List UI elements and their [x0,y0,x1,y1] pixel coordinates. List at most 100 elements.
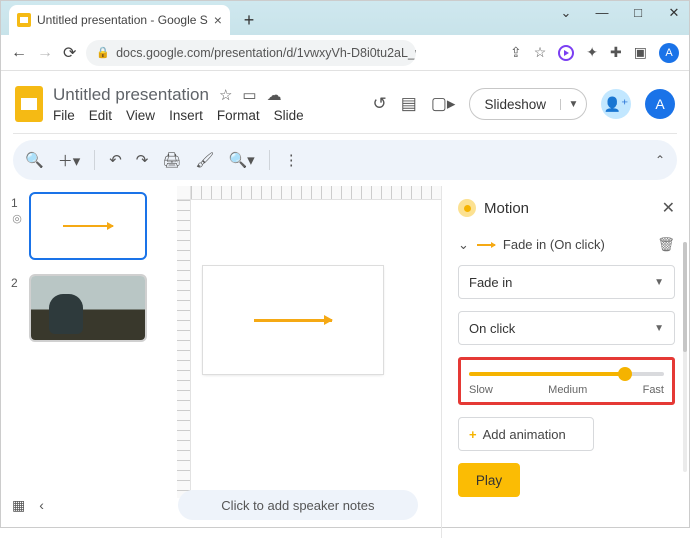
cloud-status-icon[interactable]: ☁ [267,86,282,104]
extension-icon[interactable]: ✦ [586,44,598,61]
caret-down-icon: ▼ [654,323,664,334]
menu-insert[interactable]: Insert [169,108,203,123]
zoom-icon[interactable]: 🔍▾ [228,151,254,169]
menu-file[interactable]: File [53,108,75,123]
slide-thumbnails: 1 ◎ 2 [11,186,161,538]
star-outline-icon[interactable]: ☆ [219,86,232,104]
minimize-icon[interactable]: — [593,5,611,21]
slideshow-button[interactable]: Slideshow ▼ [469,88,587,120]
slide-thumbnail-1[interactable] [29,192,147,260]
speaker-notes-placeholder: Click to add speaker notes [221,498,374,513]
animation-indicator-icon: ◎ [12,212,22,225]
undo-icon[interactable]: ↶ [109,151,122,169]
slides-header: Untitled presentation ☆ ▭ ☁ File Edit Vi… [1,71,689,133]
tab-close-icon[interactable]: × [214,12,222,28]
workspace: 1 ◎ 2 Motion ✕ ⌄ [1,186,689,538]
back-icon[interactable]: ← [11,44,27,62]
motion-icon [458,199,476,217]
print-icon[interactable]: 🖨 [162,151,181,169]
more-icon[interactable]: ⋮ [284,151,299,169]
speed-slider-group: Slow Medium Fast [458,357,675,405]
comments-icon[interactable]: ▤ [401,94,417,114]
collapse-toolbar-icon[interactable]: ⌃ [655,153,665,167]
chevron-down-icon[interactable]: ⌄ [557,5,575,21]
add-animation-label: Add animation [483,427,566,442]
animation-summary: Fade in (On click) [503,237,605,252]
history-icon[interactable]: ↺ [373,94,387,114]
caret-down-icon: ▼ [654,277,664,288]
browser-address-bar: ← → ⟳ 🔒 docs.google.com/presentation/d/1… [1,35,689,71]
slideshow-dropdown-icon[interactable]: ▼ [560,99,586,110]
extensions-puzzle-icon[interactable]: ✚ [610,44,622,61]
trigger-value: On click [469,321,515,336]
chevron-down-icon[interactable]: ⌄ [458,237,469,253]
share-button[interactable]: 👤⁺ [601,89,631,119]
doc-title[interactable]: Untitled presentation [53,85,209,105]
account-avatar[interactable]: A [645,89,675,119]
slides-favicon [17,13,31,27]
video-call-icon[interactable]: ▢▸ [431,94,456,114]
menu-bar: File Edit View Insert Format Slide [53,108,304,123]
menu-edit[interactable]: Edit [89,108,112,123]
slide-number: 1 [11,194,23,210]
speed-label-medium: Medium [548,384,587,396]
previous-slide-icon[interactable]: ‹ [39,497,44,513]
grid-view-icon[interactable]: ▦ [12,497,25,514]
paint-format-icon[interactable]: 🖌 [195,151,214,169]
extension-play-icon[interactable] [558,45,574,61]
speed-label-slow: Slow [469,384,493,396]
close-panel-icon[interactable]: ✕ [662,198,675,218]
photo-placeholder [31,276,145,340]
speed-slider[interactable] [469,372,664,376]
plus-icon: + [469,427,477,442]
play-label: Play [476,473,502,488]
ruler-vertical[interactable] [177,200,191,498]
menu-format[interactable]: Format [217,108,260,123]
reload-icon[interactable]: ⟳ [63,43,76,63]
panel-scrollbar[interactable] [683,242,687,472]
slides-logo-icon[interactable] [15,86,43,122]
url-field[interactable]: 🔒 docs.google.com/presentation/d/1vwxyVh… [86,40,416,66]
slide-number: 2 [11,274,23,342]
window-controls: ⌄ — □ ✕ [557,5,683,21]
slide-canvas[interactable] [203,266,383,374]
slideshow-label: Slideshow [470,97,560,112]
move-folder-icon[interactable]: ▭ [242,86,256,104]
effect-dropdown[interactable]: Fade in ▼ [458,265,675,299]
slider-thumb[interactable] [618,367,632,381]
speaker-notes-field[interactable]: Click to add speaker notes [178,490,418,520]
effect-value: Fade in [469,275,512,290]
motion-title: Motion [484,200,654,217]
extension-square-icon[interactable]: ▣ [634,44,647,61]
new-tab-button[interactable]: + [236,7,262,33]
canvas-area [167,186,441,538]
ruler-corner [177,186,191,200]
motion-panel: Motion ✕ ⌄ Fade in (On click) 🗑 Fade in … [441,186,689,538]
trigger-dropdown[interactable]: On click ▼ [458,311,675,345]
lock-icon: 🔒 [96,46,110,59]
toolbar: 🔍 ＋▾ ↶ ↷ 🖨 🖌 🔍▾ ⋮ ⌃ [13,140,677,180]
add-animation-button[interactable]: + Add animation [458,417,594,451]
menu-view[interactable]: View [126,108,155,123]
profile-avatar[interactable]: A [659,43,679,63]
forward-icon: → [37,44,53,62]
url-text: docs.google.com/presentation/d/1vwxyVh-D… [116,46,416,60]
delete-animation-icon[interactable]: 🗑 [657,236,675,253]
menu-slide[interactable]: Slide [274,108,304,123]
canvas-arrow-shape[interactable] [254,319,332,322]
share-page-icon[interactable]: ⇪ [510,44,522,61]
maximize-icon[interactable]: □ [629,5,647,21]
speed-label-fast: Fast [643,384,664,396]
browser-titlebar: Untitled presentation - Google S × + ⌄ —… [1,1,689,35]
header-divider [13,133,677,134]
browser-tab[interactable]: Untitled presentation - Google S × [9,5,230,35]
slide-thumbnail-2[interactable] [29,274,147,342]
ruler-horizontal[interactable] [191,186,441,200]
animation-item[interactable]: ⌄ Fade in (On click) 🗑 [458,236,675,253]
search-menu-icon[interactable]: 🔍 [25,151,44,169]
new-slide-icon[interactable]: ＋▾ [58,150,81,171]
star-icon[interactable]: ☆ [534,44,547,61]
footer: ▦ ‹ Click to add speaker notes [12,490,678,520]
redo-icon[interactable]: ↷ [136,151,149,169]
close-icon[interactable]: ✕ [665,5,683,21]
